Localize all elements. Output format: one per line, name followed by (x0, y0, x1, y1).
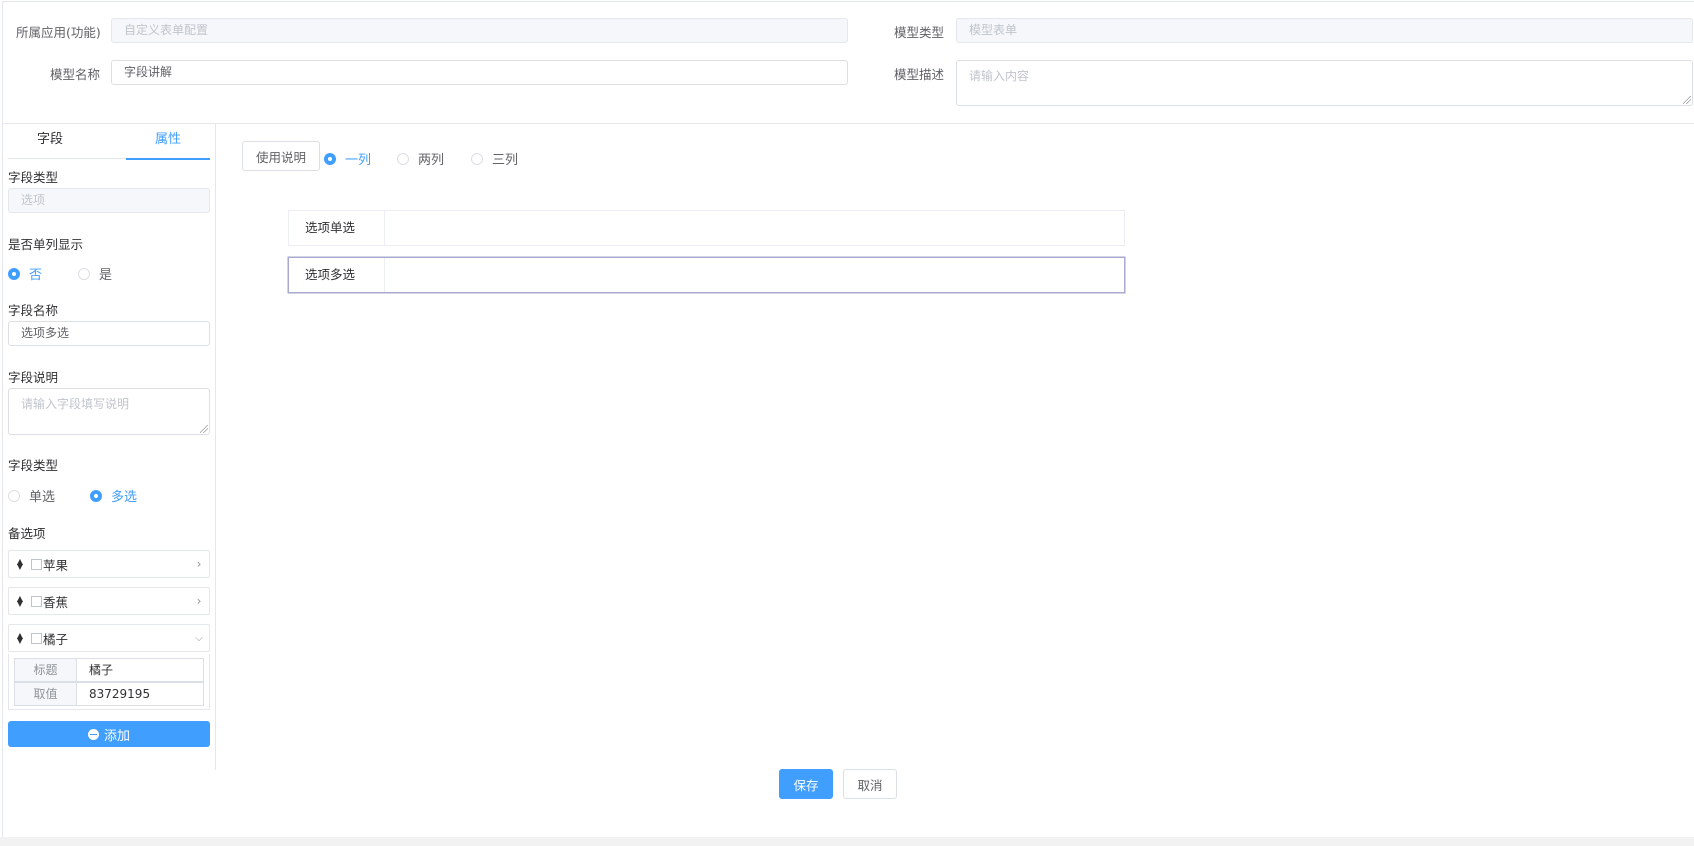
select-type-single-label: 单选 (29, 490, 56, 505)
field-type-input[interactable]: 选项 (8, 188, 210, 213)
option-title-label: 标题 (15, 659, 77, 681)
sort-handle-icon[interactable]: ▲ ▼ (9, 595, 31, 608)
form-designer-panel (2, 1, 1694, 837)
chevron-right-icon[interactable]: › (189, 594, 209, 608)
model-desc-label: 模型描述 (894, 67, 945, 82)
option-row-banana[interactable]: ▲ ▼ 香蕉 › (8, 587, 210, 615)
field-type-label: 字段类型 (8, 170, 59, 185)
select-type-multi-radio[interactable]: 多选 (90, 486, 137, 505)
sort-handle-icon[interactable]: ▲ ▼ (9, 632, 31, 645)
chevron-down-icon[interactable]: ⌵ (189, 633, 209, 644)
field-desc-placeholder: 请输入字段填写说明 (21, 397, 130, 411)
single-col-no-radio[interactable]: 否 (8, 264, 42, 283)
bottom-scroll-strip (0, 837, 1694, 846)
tab-fields[interactable]: 字段 (8, 122, 92, 158)
columns-one-radio[interactable]: 一列 (324, 149, 371, 168)
option-title-input[interactable]: 橘子 (77, 659, 203, 681)
option-text: 香蕉 (43, 594, 69, 610)
option-checkbox[interactable] (31, 558, 42, 570)
save-button[interactable]: 保存 (779, 769, 833, 799)
single-col-no-label: 否 (29, 268, 43, 283)
radio-checked-icon (324, 152, 336, 165)
form-field-multi-select[interactable]: 选项多选 (288, 257, 1125, 293)
model-type-label: 模型类型 (894, 25, 945, 40)
model-name-label: 模型名称 (50, 67, 101, 82)
app-label: 所属应用(功能) (16, 25, 101, 40)
columns-two-radio[interactable]: 两列 (397, 149, 444, 168)
cancel-button[interactable]: 取消 (843, 769, 897, 799)
chevron-right-icon[interactable]: › (189, 557, 209, 571)
tab-active-indicator (126, 158, 210, 160)
option-checkbox[interactable] (31, 595, 42, 607)
field-name-input[interactable]: 选项多选 (8, 321, 210, 346)
minus-circle-icon (87, 728, 99, 740)
columns-two-label: 两列 (418, 153, 445, 168)
option-title-row: 标题 橘子 (14, 658, 204, 682)
option-detail-panel: 标题 橘子 取值 83729195 (8, 654, 210, 710)
field-desc-label: 字段说明 (8, 370, 59, 385)
field-name-label: 字段名称 (8, 303, 59, 318)
radio-unchecked-icon (471, 152, 483, 165)
add-option-button[interactable]: 添加 (8, 721, 210, 747)
tab-properties[interactable]: 属性 (126, 122, 210, 158)
header-divider (2, 123, 1694, 124)
options-label: 备选项 (8, 526, 46, 541)
columns-three-label: 三列 (492, 153, 519, 168)
option-value-label: 取值 (15, 683, 77, 705)
option-checkbox[interactable] (31, 632, 42, 644)
resize-grip-icon[interactable] (200, 425, 208, 433)
option-value-input[interactable]: 83729195 (77, 683, 203, 705)
columns-one-label: 一列 (345, 153, 372, 168)
single-col-yes-label: 是 (99, 268, 113, 283)
sidebar-divider (215, 124, 216, 770)
select-type-label: 字段类型 (8, 458, 59, 473)
single-col-label: 是否单列显示 (8, 237, 84, 252)
form-field-value[interactable] (385, 211, 1124, 245)
option-value-row: 取值 83729195 (14, 682, 204, 706)
radio-unchecked-icon (397, 152, 409, 165)
single-col-yes-radio[interactable]: 是 (78, 264, 112, 283)
model-desc-textarea[interactable]: 请输入内容 (956, 60, 1693, 106)
form-field-single-select[interactable]: 选项单选 (288, 210, 1125, 246)
model-type-input[interactable]: 模型表单 (956, 18, 1693, 43)
model-desc-placeholder: 请输入内容 (969, 69, 1030, 83)
form-field-label: 选项单选 (289, 211, 385, 245)
form-field-label: 选项多选 (289, 258, 385, 292)
option-row-orange[interactable]: ▲ ▼ 橘子 ⌵ (8, 624, 210, 652)
option-text: 橘子 (43, 631, 69, 647)
model-name-input[interactable]: 字段讲解 (111, 60, 848, 85)
field-desc-textarea[interactable]: 请输入字段填写说明 (8, 388, 210, 435)
form-field-value[interactable] (385, 258, 1124, 292)
app-input[interactable]: 自定义表单配置 (111, 18, 848, 43)
radio-checked-icon (8, 267, 20, 280)
radio-unchecked-icon (8, 489, 20, 502)
resize-grip-icon[interactable] (1683, 96, 1691, 104)
select-type-multi-label: 多选 (111, 490, 138, 505)
radio-unchecked-icon (78, 267, 90, 280)
columns-three-radio[interactable]: 三列 (471, 149, 518, 168)
option-text: 苹果 (43, 557, 69, 573)
select-type-single-radio[interactable]: 单选 (8, 486, 55, 505)
sort-handle-icon[interactable]: ▲ ▼ (9, 558, 31, 571)
add-option-label: 添加 (103, 728, 130, 744)
usage-button[interactable]: 使用说明 (242, 141, 320, 171)
radio-checked-icon (90, 489, 102, 502)
option-row-apple[interactable]: ▲ ▼ 苹果 › (8, 550, 210, 578)
